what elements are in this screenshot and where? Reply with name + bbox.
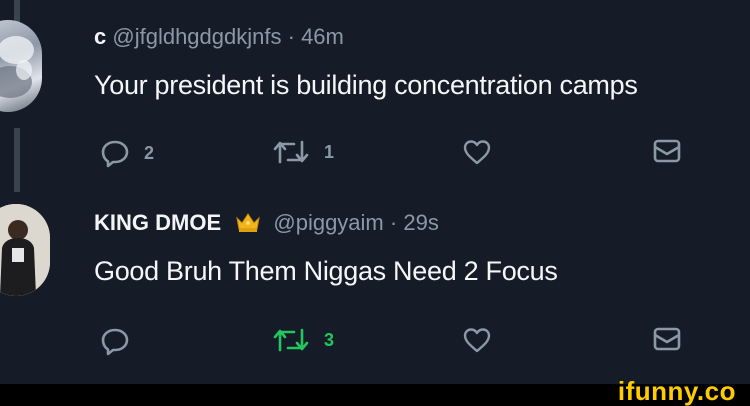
timestamp[interactable]: 29s	[403, 210, 438, 235]
reply-button[interactable]	[100, 326, 144, 356]
avatar-image	[0, 36, 34, 98]
like-icon	[463, 140, 491, 165]
display-name[interactable]: KING DMOE	[94, 210, 221, 235]
reply-count: 2	[144, 142, 155, 163]
tweet-text: Your president is building concentration…	[94, 70, 638, 100]
separator: ·	[389, 210, 404, 235]
like-button[interactable]	[462, 138, 492, 166]
watermark: ifunny.co	[617, 376, 736, 406]
timestamp[interactable]: 46m	[301, 24, 344, 49]
retweet-icon	[273, 140, 309, 164]
message-button[interactable]	[652, 326, 682, 352]
tweet-actions: 2 1	[0, 138, 750, 178]
retweet-count: 1	[324, 141, 335, 162]
tweet-text: Good Bruh Them Niggas Need 2 Focus	[94, 256, 558, 286]
user-handle[interactable]: @jfgldhgdgdkjnfs	[112, 24, 281, 49]
message-icon	[653, 327, 681, 351]
crown-icon	[235, 211, 261, 239]
tweet[interactable]: c @jfgldhgdgdkjnfs · 46m Your president …	[0, 0, 750, 192]
message-icon	[653, 139, 681, 163]
avatar-image	[0, 204, 50, 296]
reply-icon	[101, 140, 129, 168]
avatar[interactable]	[0, 204, 50, 296]
message-button[interactable]	[652, 138, 682, 164]
like-icon	[463, 328, 491, 353]
thread-line	[14, 0, 20, 22]
like-button[interactable]	[462, 326, 492, 354]
reply-icon	[101, 328, 129, 356]
tweet-header: c @jfgldhgdgdkjnfs · 46m	[94, 24, 344, 50]
retweet-button[interactable]: 1	[272, 138, 334, 166]
tweet-actions: 3	[0, 326, 750, 366]
retweet-button[interactable]: 3	[272, 326, 334, 354]
avatar[interactable]	[0, 20, 42, 112]
reply-button[interactable]: 2	[100, 138, 154, 168]
user-handle[interactable]: @piggyaim	[273, 210, 383, 235]
separator: ·	[287, 24, 302, 49]
tweet[interactable]: KING DMOE @piggyaim · 29s Good Bruh Them…	[0, 192, 750, 384]
tweet-header: KING DMOE @piggyaim · 29s	[94, 210, 439, 239]
retweet-count: 3	[324, 329, 335, 350]
retweet-icon	[273, 328, 309, 352]
display-name[interactable]: c	[94, 24, 106, 49]
